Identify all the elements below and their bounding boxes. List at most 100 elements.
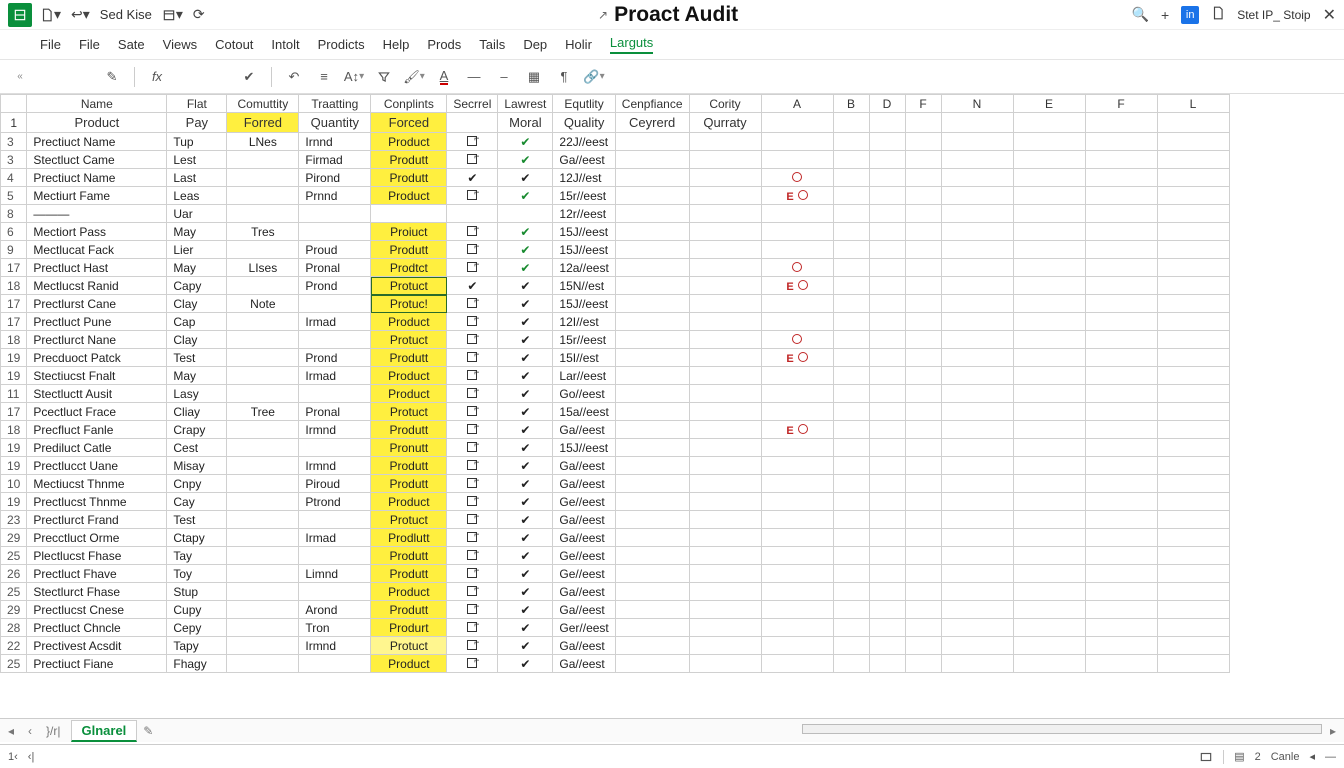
check-icon[interactable]: ✔ <box>237 65 261 89</box>
table-row[interactable]: 29Prectlucst CneseCupyArondProdutt⌐✔Ga//… <box>1 601 1266 619</box>
menu-item-tails[interactable]: Tails <box>479 37 505 52</box>
menu-item-views[interactable]: Views <box>163 37 197 52</box>
table-row[interactable]: 9Mectlucat FackLierProudProdutt⌐✔15J//ee… <box>1 241 1266 259</box>
hdr2-cell[interactable]: Ceyrerd <box>615 113 689 133</box>
hdr1-cell[interactable]: Equtlity <box>553 95 615 113</box>
col-letter[interactable]: E <box>1013 95 1085 113</box>
col-letter[interactable]: F <box>905 95 941 113</box>
hdr2-cell[interactable]: Qurraty <box>689 113 761 133</box>
share-icon[interactable]: in <box>1181 6 1199 24</box>
col-letter[interactable]: F <box>1085 95 1157 113</box>
tab-prev-icon[interactable]: ‹ <box>24 724 36 738</box>
col-letter[interactable]: N <box>941 95 1013 113</box>
col-letter[interactable]: L <box>1157 95 1229 113</box>
brush-icon[interactable]: ✎ <box>100 65 124 89</box>
hdr2-cell[interactable] <box>447 113 498 133</box>
menu-item-dep[interactable]: Dep <box>523 37 547 52</box>
tab-first-icon[interactable]: ◂ <box>4 724 18 738</box>
table-row[interactable]: 19Prectlucst ThnmeCayPtrondProduct⌐✔Ge//… <box>1 493 1266 511</box>
table-row[interactable]: 3Prectiuct NameTupLNesIrnndProduct⌐✔22J/… <box>1 133 1266 151</box>
table-row[interactable]: 19Prediluct CatleCestPronutt⌐✔15J//eest <box>1 439 1266 457</box>
hdr1-cell[interactable]: Flat <box>167 95 227 113</box>
menu-item-file[interactable]: File <box>40 37 61 52</box>
zoom-chevron-icon[interactable]: ◂ <box>1309 750 1315 763</box>
fx-icon[interactable]: fx <box>145 65 169 89</box>
table-row[interactable]: 17Pcectluct FraceCliayTreePronalProtuct⌐… <box>1 403 1266 421</box>
spreadsheet-grid[interactable]: NameFlatComuttityTraattingConplintsSecrr… <box>0 94 1266 673</box>
sort-icon[interactable]: A↕▾ <box>342 65 366 89</box>
table-row[interactable]: 17Prectluct PuneCapIrmadProduct⌐✔12I//es… <box>1 313 1266 331</box>
refresh-icon[interactable]: ⟳ <box>193 6 205 23</box>
menu-item-intolt[interactable]: Intolt <box>271 37 299 52</box>
menu-item-holir[interactable]: Holir <box>565 37 592 52</box>
hdr2-cell[interactable]: Forced <box>371 113 447 133</box>
close-icon[interactable]: ✕ <box>1323 5 1336 25</box>
sheet-tab-active[interactable]: Glnarel <box>71 720 138 742</box>
hdr1-cell[interactable]: Lawrest <box>498 95 553 113</box>
hdr2-cell[interactable]: Forred <box>227 113 299 133</box>
menu-item-prods[interactable]: Prods <box>427 37 461 52</box>
hdr1-cell[interactable]: Comuttity <box>227 95 299 113</box>
h-scrollbar[interactable]: ▸ <box>159 724 1340 738</box>
table-row[interactable]: 28Prectluct ChncleCepyTronProdurt⌐✔Ger//… <box>1 619 1266 637</box>
table-row[interactable]: 29Precctluct OrmeCtapyIrmadProdlutt⌐✔Ga/… <box>1 529 1266 547</box>
table-row[interactable]: 19Stectiucst FnaltMayIrmadProduct⌐✔Lar//… <box>1 367 1266 385</box>
menu-item-file[interactable]: File <box>79 37 100 52</box>
table-row[interactable]: 3Stectluct CameLestFirmadProdutt⌐✔Ga//ee… <box>1 151 1266 169</box>
hdr1-cell[interactable]: Secrrel <box>447 95 498 113</box>
table-row[interactable]: 19Prectlucct UaneMisayIrmndProdutt⌐✔Ga//… <box>1 457 1266 475</box>
clipboard-icon[interactable]: ▦ <box>522 65 546 89</box>
undo-tb-icon[interactable]: ↶ <box>282 65 306 89</box>
table-row[interactable]: 23Prectlurct FrandTestProtuct⌐✔Ga//eest <box>1 511 1266 529</box>
hdr2-cell[interactable]: Quality <box>553 113 615 133</box>
table-row[interactable]: 25Plectlucst FhaseTayProdutt⌐✔Ge//eest <box>1 547 1266 565</box>
table-row[interactable]: 25Prectiuct FianeFhagyProduct⌐✔Ga//eest <box>1 655 1266 673</box>
row-num[interactable]: 1 <box>1 113 27 133</box>
menu-item-help[interactable]: Help <box>383 37 410 52</box>
hdr1-cell[interactable]: Conplints <box>371 95 447 113</box>
table-row[interactable]: 22Prectivest AcsditTapyIrmndProtuct⌐✔Ga/… <box>1 637 1266 655</box>
table-row[interactable]: 18Prectlurct NaneClayProtuct⌐✔15r//eest <box>1 331 1266 349</box>
hdr2-cell[interactable]: Pay <box>167 113 227 133</box>
paint-icon[interactable]: 🖌▾ <box>402 65 426 89</box>
hdr2-cell[interactable]: Moral <box>498 113 553 133</box>
menu-item-larguts[interactable]: Larguts <box>610 35 653 54</box>
hdr1-cell[interactable]: Traatting <box>299 95 371 113</box>
hdr1-cell[interactable]: Name <box>27 95 167 113</box>
page-icon[interactable] <box>1211 6 1225 23</box>
calendar-icon[interactable]: ▾ <box>162 6 183 23</box>
plus-icon[interactable]: + <box>1161 7 1169 23</box>
table-row[interactable]: 17Prectluct HastMayLIsesPronalProdtct⌐✔1… <box>1 259 1266 277</box>
col-letter[interactable]: A <box>761 95 833 113</box>
table-row[interactable]: 6Mectiort PassMayTresProiuct⌐✔15J//eest <box>1 223 1266 241</box>
list-icon[interactable]: ≡ <box>312 65 336 89</box>
menu-item-sate[interactable]: Sate <box>118 37 145 52</box>
search-icon[interactable]: 🔍 <box>1132 6 1149 23</box>
table-row[interactable]: 10Mectiucst ThnmeCnpyPiroudProdutt⌐✔Ga//… <box>1 475 1266 493</box>
undo-icon[interactable]: ↩︎▾ <box>71 6 90 23</box>
font-color-icon[interactable]: A <box>432 65 456 89</box>
table-row[interactable]: 18Mectlucst RanidCapyProndProtuct✔✔15N//… <box>1 277 1266 295</box>
view-grid-icon[interactable]: ▤ <box>1234 750 1244 763</box>
zoom-label[interactable]: Canle <box>1271 751 1300 763</box>
para-icon[interactable]: ¶ <box>552 65 576 89</box>
table-row[interactable]: 11Stectluctt AusitLasyProduct⌐✔Go//eest <box>1 385 1266 403</box>
hdr2-cell[interactable]: Quantity <box>299 113 371 133</box>
hdr2-cell[interactable]: Product <box>27 113 167 133</box>
col-letter[interactable]: D <box>869 95 905 113</box>
dash-icon[interactable]: – <box>492 65 516 89</box>
tab-edit-icon[interactable]: ✎ <box>143 724 153 738</box>
link-tb-icon[interactable]: 🔗▾ <box>582 65 606 89</box>
table-row[interactable]: 19Precduoct PatckTestProndProdutt⌐✔15I//… <box>1 349 1266 367</box>
col-letter[interactable]: B <box>833 95 869 113</box>
filter-icon[interactable] <box>372 65 396 89</box>
table-row[interactable]: 26Prectluct FhaveToyLimndProdutt⌐✔Ge//ee… <box>1 565 1266 583</box>
menu-item-prodicts[interactable]: Prodicts <box>318 37 365 52</box>
minus-icon[interactable]: — <box>462 65 486 89</box>
table-row[interactable]: 8———Uar12r//eest <box>1 205 1266 223</box>
table-row[interactable]: 4Prectiuct NameLastPirondProdutt✔✔12J//e… <box>1 169 1266 187</box>
table-row[interactable]: 17Prectlurst CaneClayNoteProtuc!⌐✔15J//e… <box>1 295 1266 313</box>
hdr1-cell[interactable]: Cority <box>689 95 761 113</box>
share-link[interactable]: Stet IP_ Stoip <box>1237 8 1310 22</box>
menu-item-cotout[interactable]: Cotout <box>215 37 253 52</box>
